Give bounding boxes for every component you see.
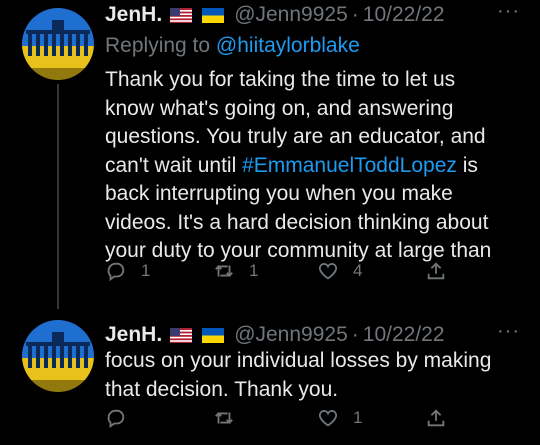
like-count: 1 [353, 408, 363, 427]
more-options-button[interactable]: ··· [497, 320, 520, 343]
display-name[interactable]: JenH. [105, 3, 162, 27]
reply-button[interactable]: 1 [105, 260, 150, 282]
text-segment: know what's going on, and answering [105, 96, 454, 120]
timestamp[interactable]: 10/22/22 [363, 3, 445, 27]
text-line: focus on your individual losses by makin… [105, 347, 530, 376]
text-segment: that decision. Thank you. [105, 377, 339, 401]
like-count: 4 [353, 261, 363, 280]
separator: · [351, 323, 359, 346]
separator: · [351, 3, 359, 26]
more-options-button[interactable]: ··· [497, 0, 520, 23]
ukraine-flag-icon [202, 7, 225, 23]
share-icon [427, 409, 445, 427]
heart-icon [318, 410, 338, 427]
share-button[interactable] [425, 407, 447, 429]
text-line: can't wait until #EmmanuelToddLopez is [105, 152, 530, 181]
text-segment: Thank you for taking the time to let us [105, 68, 456, 91]
text-line: videos. It's a hard decision thinking ab… [105, 209, 530, 238]
like-button[interactable]: 4 [317, 260, 362, 282]
tweet-header: JenH. @Jenn9925 · 10/22/22 ··· [105, 320, 520, 350]
text-line: back interrupting you when you make [105, 180, 530, 209]
ukraine-flag-icon [202, 327, 225, 343]
share-button[interactable] [425, 260, 447, 282]
text-line: questions. You truly are an educator, an… [105, 123, 530, 152]
reply-bubble-icon [107, 262, 125, 282]
retweet-icon [215, 265, 233, 277]
reply-bubble-icon [107, 409, 125, 429]
reply-count: 1 [141, 261, 151, 280]
share-icon [427, 262, 445, 280]
tweet[interactable]: JenH. @Jenn9925 · 10/22/22 ··· Replying … [0, 0, 540, 309]
retweet-count: 1 [249, 261, 259, 280]
tweet-text: Thank you for taking the time to let us … [105, 66, 530, 266]
reply-button[interactable] [105, 407, 141, 429]
mention-link[interactable]: @hiitaylorblake [216, 34, 360, 57]
us-flag-icon [170, 7, 193, 23]
hashtag-link[interactable]: #EmmanuelToddLopez [242, 154, 457, 177]
tweet-text: focus on your individual losses by makin… [105, 347, 530, 404]
text-segment: can't wait until [105, 153, 243, 177]
display-name[interactable]: JenH. [105, 323, 162, 347]
avatar[interactable] [22, 320, 94, 392]
replying-prefix: Replying to [105, 34, 216, 57]
thread-line [57, 84, 59, 309]
handle[interactable]: @Jenn9925 [234, 323, 348, 347]
retweet-button[interactable]: 1 [213, 260, 258, 282]
heart-icon [318, 263, 338, 280]
text-segment: back interrupting you when you make [105, 182, 453, 205]
timestamp[interactable]: 10/22/22 [363, 323, 445, 347]
action-bar: 1 [105, 407, 445, 433]
text-segment: your duty to your community at large tha… [105, 239, 492, 262]
action-bar: 1 1 4 [105, 260, 445, 286]
replying-to: Replying to @hiitaylorblake [105, 34, 360, 58]
retweet-icon [215, 412, 233, 424]
retweet-button[interactable] [213, 407, 249, 429]
like-button[interactable]: 1 [317, 407, 362, 429]
text-segment: focus on your individual losses by makin… [105, 349, 492, 372]
us-flag-icon [170, 327, 193, 343]
text-segment: questions. You truly are an educator, an… [105, 125, 486, 148]
text-line: know what's going on, and answering [105, 95, 530, 124]
text-segment: is [456, 153, 478, 177]
handle[interactable]: @Jenn9925 [234, 3, 348, 27]
avatar[interactable] [22, 8, 94, 80]
tweet[interactable]: JenH. @Jenn9925 · 10/22/22 ··· focus on … [0, 305, 540, 445]
tweet-header: JenH. @Jenn9925 · 10/22/22 ··· [105, 0, 520, 30]
text-segment: videos. It's a hard decision thinking ab… [105, 210, 489, 234]
text-line: that decision. Thank you. [105, 376, 530, 405]
text-line: Thank you for taking the time to let us [105, 66, 530, 95]
